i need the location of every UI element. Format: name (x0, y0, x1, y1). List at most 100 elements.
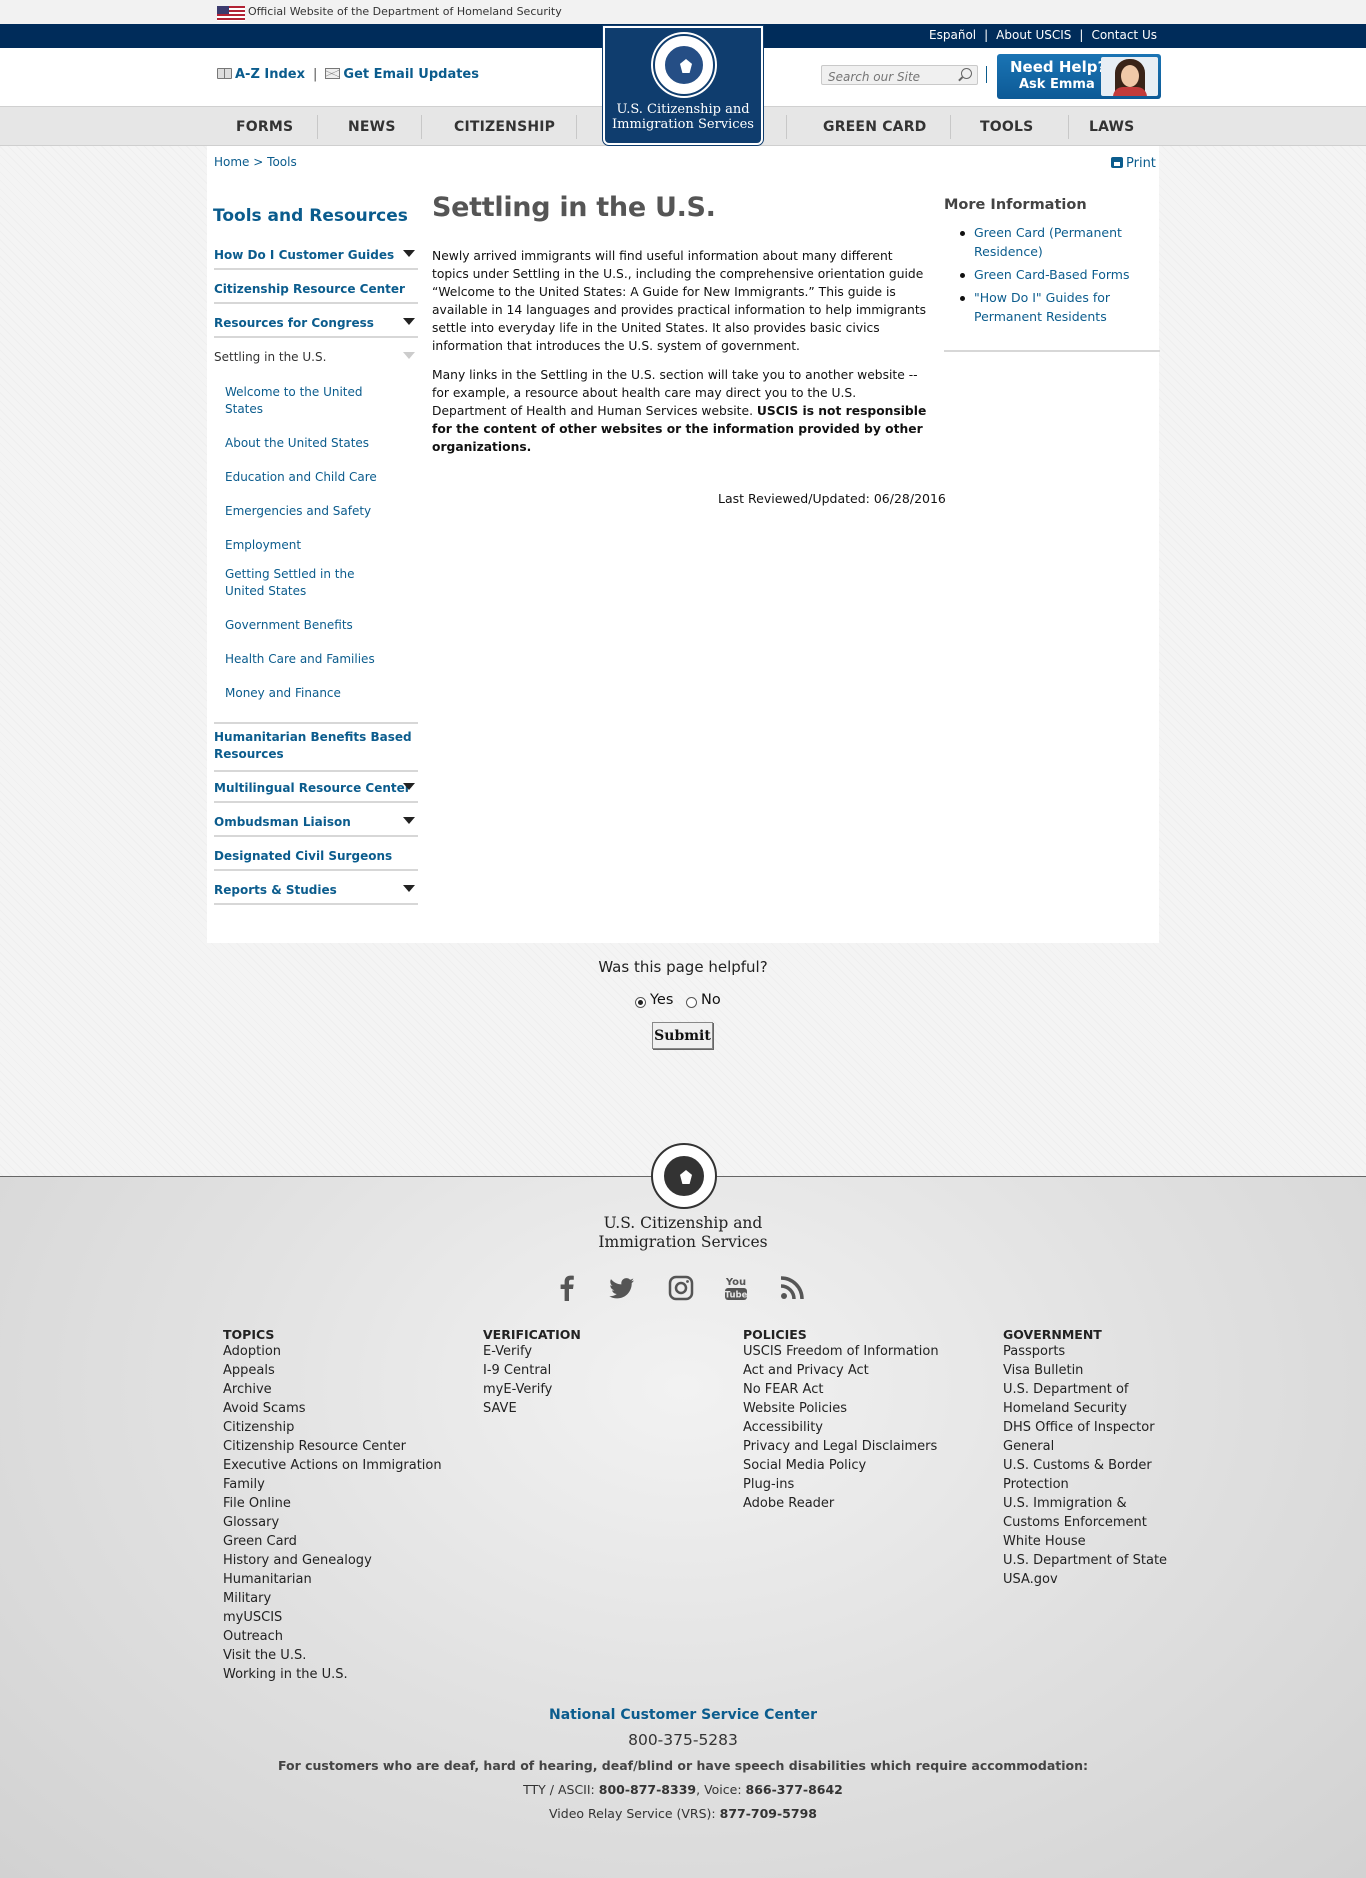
az-index-link[interactable]: A-Z Index (235, 67, 305, 82)
chevron-down-icon[interactable] (403, 885, 415, 892)
footer-link[interactable]: Green Card (223, 1532, 297, 1551)
footer-link[interactable]: Avoid Scams (223, 1399, 306, 1418)
sidebar-subitem-about-us[interactable]: About the United States (225, 435, 395, 452)
sidebar-subitem-government-benefits[interactable]: Government Benefits (225, 617, 395, 634)
sidebar-subitem-money[interactable]: Money and Finance (225, 685, 395, 702)
footer-link[interactable]: DHS Office of Inspector (1003, 1418, 1155, 1437)
footer-link[interactable]: Accessibility (743, 1418, 823, 1437)
chevron-down-icon[interactable] (403, 783, 415, 790)
footer-link[interactable]: myUSCIS (223, 1608, 282, 1627)
chevron-down-icon[interactable] (403, 250, 415, 257)
twitter-icon[interactable] (606, 1273, 636, 1303)
footer-link[interactable]: Citizenship Resource Center (223, 1437, 406, 1456)
footer-link[interactable]: U.S. Customs & Border (1003, 1456, 1152, 1475)
footer-link[interactable]: Act and Privacy Act (743, 1361, 869, 1380)
footer-link[interactable]: U.S. Department of State (1003, 1551, 1167, 1570)
sidebar-item-how-do-i[interactable]: How Do I Customer Guides (214, 248, 418, 262)
footer-link[interactable]: Plug-ins (743, 1475, 794, 1494)
nav-forms[interactable]: FORMS (236, 119, 293, 135)
footer-link[interactable]: Customs Enforcement (1003, 1513, 1147, 1532)
footer-link[interactable]: Protection (1003, 1475, 1069, 1494)
facebook-icon[interactable] (552, 1273, 582, 1303)
chevron-down-icon[interactable] (403, 817, 415, 824)
sidebar-item-citizenship-resource-center[interactable]: Citizenship Resource Center (214, 282, 418, 296)
footer-link[interactable]: USA.gov (1003, 1570, 1058, 1589)
rss-icon[interactable] (777, 1273, 807, 1303)
footer-link[interactable]: Humanitarian (223, 1570, 312, 1589)
sidebar-item-civil-surgeons[interactable]: Designated Civil Surgeons (214, 849, 418, 863)
footer-link[interactable]: Glossary (223, 1513, 279, 1532)
dhs-seal-icon[interactable] (651, 1143, 717, 1209)
breadcrumb-tools[interactable]: Tools (267, 155, 297, 169)
breadcrumb-home[interactable]: Home (214, 155, 249, 169)
footer-link[interactable]: History and Genealogy (223, 1551, 372, 1570)
sidebar-item-settling-in-the-us[interactable]: Settling in the U.S. (214, 350, 418, 364)
print-button[interactable]: Print (1111, 156, 1156, 171)
footer-link[interactable]: U.S. Immigration & (1003, 1494, 1127, 1513)
ask-emma-button[interactable]: Need Help? Ask Emma (997, 54, 1161, 99)
sidebar-subitem-health-care[interactable]: Health Care and Families (225, 651, 395, 668)
feedback-no-radio[interactable] (686, 997, 697, 1008)
footer-link[interactable]: Adoption (223, 1342, 281, 1361)
footer-link[interactable]: Privacy and Legal Disclaimers (743, 1437, 937, 1456)
more-info-link-guides[interactable]: "How Do I" Guides for Permanent Resident… (974, 288, 1139, 326)
espanol-link[interactable]: Español (929, 28, 976, 42)
footer-link[interactable]: Family (223, 1475, 265, 1494)
footer-link[interactable]: Passports (1003, 1342, 1065, 1361)
youtube-icon[interactable]: You Tube (721, 1273, 751, 1303)
footer-link[interactable]: Visit the U.S. (223, 1646, 306, 1665)
more-info-link-forms[interactable]: Green Card-Based Forms (974, 265, 1139, 284)
footer-link[interactable]: Social Media Policy (743, 1456, 866, 1475)
footer-link[interactable]: Homeland Security (1003, 1399, 1127, 1418)
footer-link[interactable]: Citizenship (223, 1418, 294, 1437)
footer-link[interactable]: Adobe Reader (743, 1494, 834, 1513)
search-input[interactable] (822, 68, 952, 86)
chevron-down-icon[interactable] (403, 318, 415, 325)
footer-link[interactable]: USCIS Freedom of Information (743, 1342, 939, 1361)
footer-link[interactable]: General (1003, 1437, 1054, 1456)
footer-link[interactable]: U.S. Department of (1003, 1380, 1129, 1399)
footer-link[interactable]: Archive (223, 1380, 272, 1399)
search-icon[interactable] (961, 68, 972, 79)
sidebar-subitem-employment[interactable]: Employment (225, 537, 395, 554)
instagram-icon[interactable] (666, 1273, 696, 1303)
chevron-up-icon[interactable] (403, 352, 415, 359)
footer-link[interactable]: Executive Actions on Immigration (223, 1456, 442, 1475)
uscis-logo[interactable]: U.S. Citizenship and Immigration Service… (603, 26, 763, 145)
sidebar-subitem-getting-settled[interactable]: Getting Settled in the United States (225, 566, 395, 600)
more-info-link-green-card[interactable]: Green Card (Permanent Residence) (974, 223, 1139, 261)
ncsc-title[interactable]: National Customer Service Center (0, 1707, 1366, 1723)
sidebar-item-ombudsman[interactable]: Ombudsman Liaison (214, 815, 418, 829)
about-uscis-link[interactable]: About USCIS (996, 28, 1071, 42)
footer-link[interactable]: No FEAR Act (743, 1380, 823, 1399)
footer-link[interactable]: Appeals (223, 1361, 275, 1380)
footer-link[interactable]: Outreach (223, 1627, 283, 1646)
footer-link[interactable]: I-9 Central (483, 1361, 551, 1380)
sidebar-item-humanitarian[interactable]: Humanitarian Benefits Based Resources (214, 729, 418, 763)
footer-link[interactable]: File Online (223, 1494, 291, 1513)
feedback-yes-radio[interactable] (635, 997, 646, 1008)
sidebar-item-reports[interactable]: Reports & Studies (214, 883, 418, 897)
nav-green-card[interactable]: GREEN CARD (823, 119, 927, 135)
footer-link[interactable]: Working in the U.S. (223, 1665, 348, 1684)
sidebar-subitem-education[interactable]: Education and Child Care (225, 469, 395, 486)
sidebar-item-resources-for-congress[interactable]: Resources for Congress (214, 316, 418, 330)
footer-link[interactable]: SAVE (483, 1399, 517, 1418)
footer-link[interactable]: Military (223, 1589, 271, 1608)
nav-laws[interactable]: LAWS (1089, 119, 1134, 135)
footer-link[interactable]: Website Policies (743, 1399, 847, 1418)
nav-citizenship[interactable]: CITIZENSHIP (454, 119, 555, 135)
footer-link[interactable]: E-Verify (483, 1342, 532, 1361)
contact-us-link[interactable]: Contact Us (1091, 28, 1157, 42)
nav-news[interactable]: NEWS (348, 119, 396, 135)
footer-link[interactable]: myE-Verify (483, 1380, 552, 1399)
email-updates-link[interactable]: Get Email Updates (343, 67, 479, 82)
sidebar-subitem-emergencies[interactable]: Emergencies and Safety (225, 503, 395, 520)
sidebar-subitem-welcome[interactable]: Welcome to the United States (225, 384, 395, 418)
footer-link[interactable]: Visa Bulletin (1003, 1361, 1083, 1380)
sidebar-item-multilingual[interactable]: Multilingual Resource Center (214, 781, 418, 795)
footer-link[interactable]: White House (1003, 1532, 1086, 1551)
bullet-icon (960, 296, 965, 301)
feedback-submit-button[interactable]: Submit (652, 1022, 713, 1049)
nav-tools[interactable]: TOOLS (980, 119, 1033, 135)
